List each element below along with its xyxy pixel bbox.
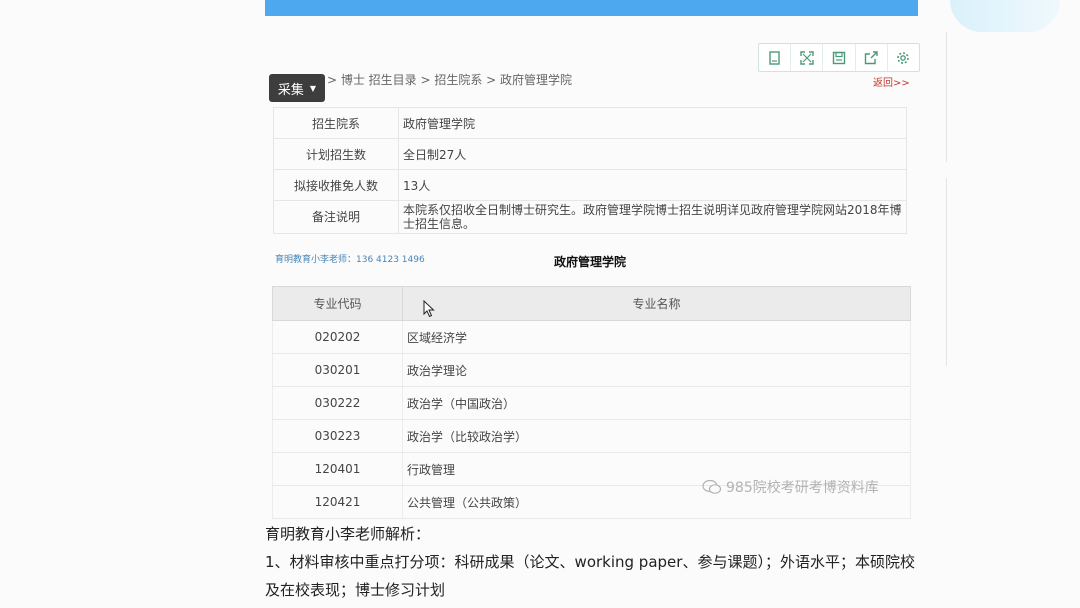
header-code: 专业代码 (272, 286, 403, 321)
top-banner (265, 0, 918, 16)
major-code: 030222 (272, 386, 403, 420)
info-value: 本院系仅招收全日制博士研究生。政府管理学院博士招生说明详见政府管理学院网站201… (398, 200, 907, 234)
side-decoration (950, 0, 1060, 32)
account-watermark: 985院校考研考博资料库 (702, 477, 879, 497)
info-row: 备注说明 本院系仅招收全日制博士研究生。政府管理学院博士招生说明详见政府管理学院… (273, 200, 907, 234)
major-name: 政治学（中国政治） (402, 386, 911, 420)
mouse-cursor-icon (423, 300, 435, 318)
major-code: 020202 (272, 320, 403, 354)
save-icon[interactable] (823, 44, 856, 71)
info-row: 招生院系 政府管理学院 (273, 107, 907, 139)
info-value: 全日制27人 (398, 138, 907, 170)
major-code: 030223 (272, 419, 403, 453)
collect-button[interactable]: 采集 ▼ (269, 74, 325, 102)
info-label: 拟接收推免人数 (273, 169, 399, 201)
major-code: 120401 (272, 452, 403, 486)
account-watermark-text: 985院校考研考博资料库 (726, 480, 879, 496)
wechat-icon (702, 479, 722, 494)
side-divider (946, 178, 947, 366)
major-code: 120421 (272, 485, 403, 519)
analysis-body: 1、材料审核中重点打分项：科研成果（论文、working paper、参与课题）… (265, 553, 915, 599)
major-name: 政治学理论 (402, 353, 911, 387)
header-name: 专业名称 (402, 286, 911, 321)
info-table: 招生院系 政府管理学院 计划招生数 全日制27人 拟接收推免人数 13人 备注说… (273, 107, 907, 234)
info-label: 备注说明 (273, 200, 399, 234)
major-name: 区域经济学 (402, 320, 911, 354)
table-row: 030222 政治学（中国政治） (272, 386, 911, 420)
gear-icon[interactable] (888, 44, 919, 71)
return-link[interactable]: 返回>> (873, 74, 910, 89)
breadcrumb: > 博士 招生目录 > 招生院系 > 政府管理学院 (327, 73, 573, 87)
caret-down-icon: ▼ (309, 83, 317, 93)
info-value: 政府管理学院 (398, 107, 907, 139)
major-code: 030201 (272, 353, 403, 387)
collect-button-label: 采集 (277, 82, 304, 98)
analysis-title: 育明教育小李老师解析： (265, 525, 431, 543)
toolbar (758, 43, 920, 72)
share-icon[interactable] (856, 44, 888, 71)
side-divider (946, 32, 947, 162)
info-row: 计划招生数 全日制27人 (273, 138, 907, 170)
table-row: 020202 区域经济学 (272, 320, 911, 354)
contact-watermark: 育明教育小李老师：136 4123 1496 (275, 255, 425, 265)
table-row: 030201 政治学理论 (272, 353, 911, 387)
section-title: 政府管理学院 (554, 255, 627, 269)
info-label: 招生院系 (273, 107, 399, 139)
info-row: 拟接收推免人数 13人 (273, 169, 907, 201)
table-header-row: 专业代码 专业名称 (272, 286, 911, 321)
fullscreen-icon[interactable] (791, 44, 824, 71)
info-label: 计划招生数 (273, 138, 399, 170)
major-name: 政治学（比较政治学） (402, 419, 911, 453)
table-row: 030223 政治学（比较政治学） (272, 419, 911, 453)
info-value: 13人 (398, 169, 907, 201)
bookmark-icon[interactable] (759, 44, 792, 71)
